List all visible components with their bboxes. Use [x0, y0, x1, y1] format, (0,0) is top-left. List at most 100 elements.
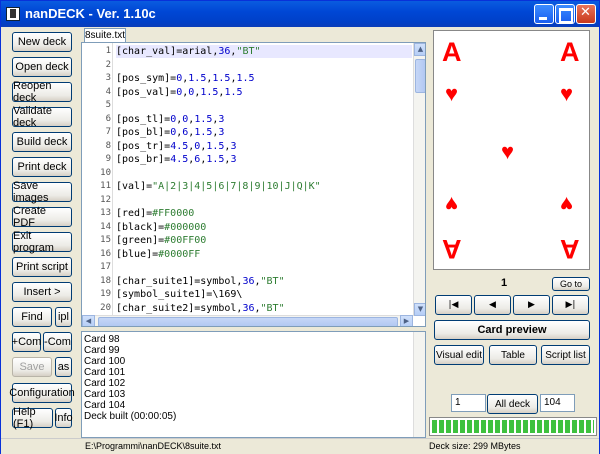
- line-number: 19: [100, 289, 111, 299]
- vertical-scroll-thumb[interactable]: [415, 59, 425, 93]
- open-deck-button[interactable]: Open deck: [12, 57, 72, 77]
- code-line[interactable]: [116, 167, 412, 180]
- script-list-button[interactable]: Script list: [541, 345, 590, 365]
- card-preview-button[interactable]: Card preview: [434, 320, 590, 340]
- create-pdf-button[interactable]: Create PDF: [12, 205, 72, 229]
- visual-edit-button[interactable]: Visual edit: [434, 345, 484, 365]
- code-line[interactable]: [pos_sym]=0,1.5,1.5,1.5: [116, 72, 412, 85]
- all-deck-button[interactable]: All deck: [487, 394, 538, 414]
- line-number: 6: [105, 113, 111, 124]
- editor-horizontal-scrollbar[interactable]: ◀ ▶: [82, 315, 413, 326]
- card-preview-canvas: A A ♥ ♥ ♥ ♥ ♥ A A: [433, 30, 590, 270]
- line-number-gutter: 1 2 3 4 5 6 7 8 9 10 11 12 13 14 15 16 17 18 19 20: [82, 43, 113, 316]
- code-line[interactable]: [char_suite2]=symbol,36,"BT": [116, 302, 412, 315]
- line-number: 18: [100, 275, 111, 286]
- heart-icon: ♥: [445, 81, 459, 106]
- scroll-left-icon[interactable]: ◀: [82, 315, 95, 326]
- table-button[interactable]: Table: [489, 345, 537, 365]
- line-number: 2: [105, 59, 111, 70]
- remove-comment-button[interactable]: -Com: [43, 332, 72, 352]
- configuration-button[interactable]: Configuration: [9, 383, 75, 403]
- log-line: Card 103: [84, 389, 126, 400]
- help-button[interactable]: Help (F1): [12, 406, 53, 430]
- last-card-icon[interactable]: ▶|: [552, 295, 589, 315]
- scroll-down-icon[interactable]: ▼: [414, 303, 425, 316]
- log-scrollbar[interactable]: [413, 332, 425, 437]
- code-line[interactable]: [116, 194, 412, 207]
- line-number: 11: [100, 181, 111, 191]
- card-rank-top-left: A: [442, 37, 462, 67]
- title-bar[interactable]: nanDECK - Ver. 1.10c: [1, 1, 599, 27]
- close-icon[interactable]: [576, 4, 596, 24]
- save-button[interactable]: Save: [12, 357, 52, 377]
- add-comment-button[interactable]: +Com: [12, 332, 41, 352]
- app-icon: [6, 7, 20, 21]
- log-line: Card 98: [84, 334, 120, 345]
- log-line: Card 101: [84, 367, 126, 378]
- info-button[interactable]: Info: [54, 408, 73, 428]
- window-title: nanDECK - Ver. 1.10c: [25, 6, 156, 21]
- print-deck-button[interactable]: Print deck: [12, 157, 72, 177]
- next-card-icon[interactable]: ▶: [513, 295, 550, 315]
- code-line[interactable]: [pos_tl]=0,0,1.5,3: [116, 113, 412, 126]
- print-script-button[interactable]: Print script: [12, 257, 72, 277]
- prev-card-icon[interactable]: ◀: [474, 295, 511, 315]
- script-editor[interactable]: 1 2 3 4 5 6 7 8 9 10 11 12 13 14 15 16 17 18 19 20 [char_va…: [81, 42, 426, 327]
- line-number: 10: [100, 167, 111, 178]
- save-as-button[interactable]: as: [55, 357, 72, 377]
- line-number: 14: [100, 221, 111, 232]
- range-to-input[interactable]: 104: [540, 394, 575, 412]
- line-number: 3: [105, 73, 111, 83]
- card-rank-top-right: A: [560, 37, 580, 67]
- insert-button[interactable]: Insert >: [12, 282, 72, 302]
- line-number: 8: [105, 140, 111, 151]
- tab-script-file[interactable]: 8suite.txt: [84, 28, 126, 42]
- progress-fill: [432, 420, 594, 433]
- code-line[interactable]: [green]=#00FF00: [116, 234, 412, 247]
- ipl-button[interactable]: ipl: [55, 307, 72, 327]
- code-line[interactable]: [val]="A|2|3|4|5|6|7|8|9|10|J|Q|K": [116, 180, 412, 193]
- code-line[interactable]: [116, 261, 412, 274]
- line-number: 20: [100, 302, 111, 313]
- exit-program-button[interactable]: Exit program: [12, 230, 72, 254]
- scroll-up-icon[interactable]: ▲: [414, 43, 425, 56]
- status-file-path: E:\Programmi\nanDECK\8suite.txt: [85, 441, 222, 451]
- code-line[interactable]: [black]=#000000: [116, 221, 412, 234]
- maximize-icon[interactable]: [555, 4, 575, 24]
- code-line[interactable]: [pos_bl]=0,6,1.5,3: [116, 126, 412, 139]
- find-button[interactable]: Find: [12, 307, 52, 327]
- code-line[interactable]: [symbol_suite1]=\169\: [116, 288, 412, 301]
- horizontal-scroll-thumb[interactable]: [98, 317, 398, 326]
- scroll-right-icon[interactable]: ▶: [400, 315, 413, 326]
- build-log[interactable]: Card 98 Card 99 Card 100 Card 101 Card 102 Ca…: [81, 331, 426, 438]
- line-number: 9: [105, 154, 111, 164]
- editor-vertical-scrollbar[interactable]: ▲ ▼: [413, 43, 425, 316]
- first-card-icon[interactable]: |◀: [435, 295, 472, 315]
- code-line[interactable]: [pos_tr]=4.5,0,1.5,3: [116, 140, 412, 153]
- status-bar: E:\Programmi\nanDECK\8suite.txt Deck siz…: [1, 438, 599, 454]
- card-rank-bottom-right: A: [560, 234, 580, 264]
- code-line[interactable]: [red]=#FF0000: [116, 207, 412, 220]
- code-line[interactable]: [pos_val]=0,0,1.5,1.5: [116, 86, 412, 99]
- goto-button[interactable]: Go to: [552, 277, 590, 291]
- build-deck-button[interactable]: Build deck: [12, 132, 72, 152]
- range-from-input[interactable]: 1: [451, 394, 486, 412]
- new-deck-button[interactable]: New deck: [12, 32, 72, 52]
- heart-icon: ♥: [445, 192, 459, 217]
- log-line: Card 102: [84, 378, 126, 389]
- line-number: 4: [105, 86, 111, 97]
- line-number: 12: [100, 194, 111, 205]
- code-line[interactable]: [pos_br]=4.5,6,1.5,3: [116, 153, 412, 166]
- code-line[interactable]: [char_suite1]=symbol,36,"BT": [116, 275, 412, 288]
- status-deck-size: Deck size: 299 MBytes: [429, 441, 521, 451]
- code-line[interactable]: [116, 59, 412, 72]
- line-number: 1: [105, 46, 111, 56]
- validate-deck-button[interactable]: Validate deck: [12, 105, 72, 129]
- code-line[interactable]: [116, 99, 412, 112]
- code-line[interactable]: [blue]=#0000FF: [116, 248, 412, 261]
- minimize-icon[interactable]: [534, 4, 554, 24]
- save-images-button[interactable]: Save images: [12, 180, 72, 204]
- reopen-deck-button[interactable]: Reopen deck: [12, 80, 72, 104]
- code-line[interactable]: [char_val]=arial,36,"BT": [116, 45, 412, 58]
- log-line: Card 99: [84, 345, 120, 356]
